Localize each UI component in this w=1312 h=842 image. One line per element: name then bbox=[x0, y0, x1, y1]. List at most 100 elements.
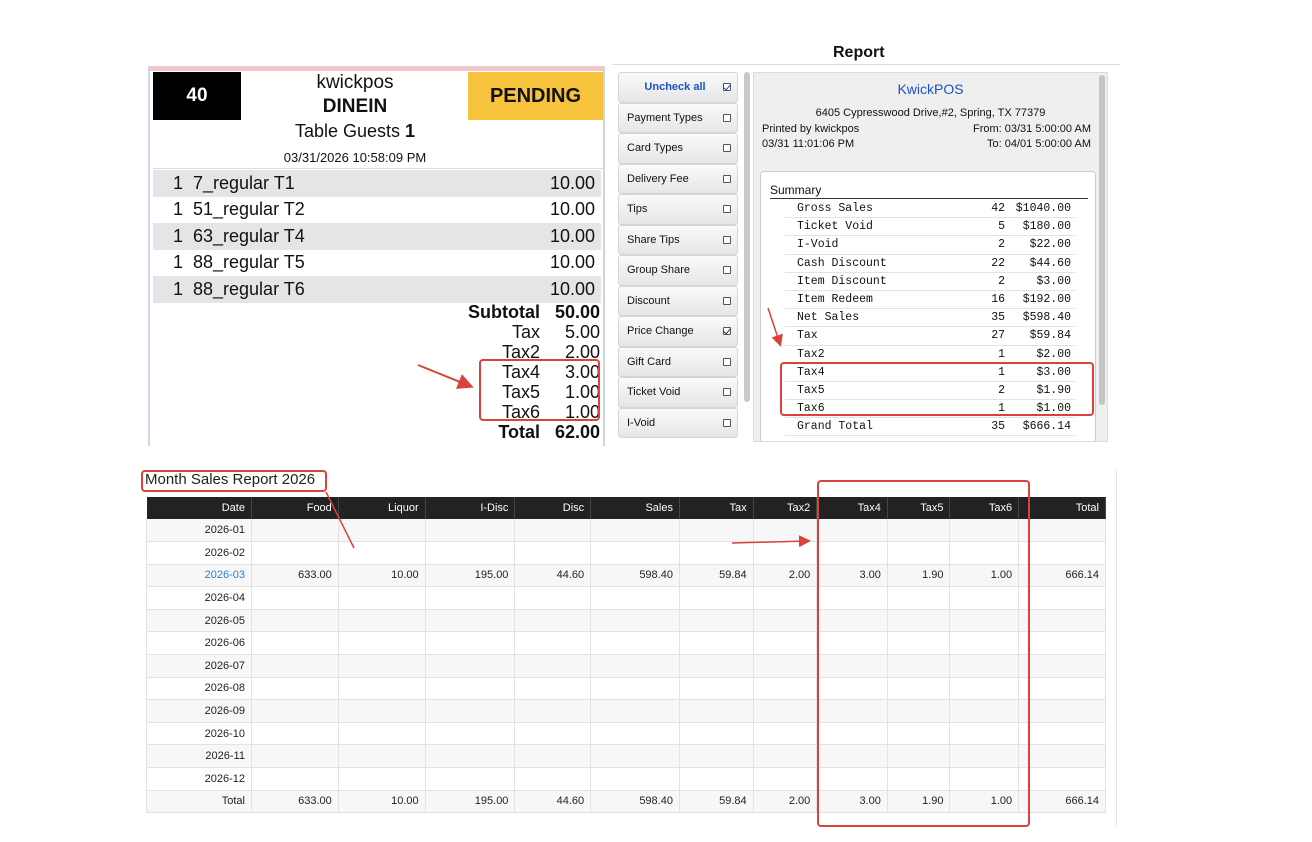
table-cell: 195.00 bbox=[425, 564, 516, 588]
filter-discount[interactable]: Discount bbox=[618, 285, 738, 316]
receipt-item-row[interactable]: 1 88_regular T5 10.00 bbox=[153, 250, 601, 277]
filter-payment-types[interactable]: Payment Types bbox=[618, 102, 738, 133]
filter-ticket-void[interactable]: Ticket Void bbox=[618, 377, 738, 408]
summary-amount: $3.00 bbox=[1036, 365, 1071, 379]
table-cell bbox=[425, 609, 516, 633]
table-cell bbox=[1018, 677, 1106, 701]
table-cell bbox=[590, 767, 680, 791]
table-cell bbox=[816, 609, 888, 633]
filter-label: Tips bbox=[627, 203, 648, 216]
checkbox-icon[interactable] bbox=[723, 388, 731, 397]
item-price: 10.00 bbox=[549, 278, 595, 299]
row-date: 2026-04 bbox=[146, 586, 252, 610]
summary-count: 1 bbox=[998, 402, 1005, 416]
table-cell bbox=[679, 699, 754, 723]
checkbox-icon[interactable] bbox=[723, 296, 731, 305]
checkbox-icon[interactable] bbox=[723, 205, 731, 214]
checkbox-icon[interactable] bbox=[723, 418, 731, 427]
order-status-badge[interactable]: PENDING bbox=[468, 72, 603, 120]
table-row: 2026-03 633.00 10.00 195.00 44.60 598.40 59.84… bbox=[146, 564, 1106, 588]
table-cell bbox=[338, 722, 426, 746]
table-cell bbox=[590, 654, 680, 678]
receipt-item-row[interactable]: 1 63_regular T4 10.00 bbox=[153, 223, 601, 250]
column-header[interactable]: Liquor bbox=[338, 497, 426, 519]
filter-share-tips[interactable]: Share Tips bbox=[618, 224, 738, 255]
item-qty: 1 bbox=[173, 252, 184, 273]
column-header[interactable]: Tax2 bbox=[753, 497, 818, 519]
summary-row: Tax4 1 $3.00 bbox=[785, 364, 1075, 382]
total-value: 62.00 bbox=[554, 422, 600, 442]
checkbox-icon[interactable] bbox=[723, 113, 731, 122]
row-date: 2026-01 bbox=[146, 519, 252, 543]
column-header[interactable]: Tax6 bbox=[949, 497, 1020, 519]
summary-count: 35 bbox=[991, 420, 1005, 434]
table-cell bbox=[949, 586, 1020, 610]
total-value: 3.00 bbox=[564, 362, 600, 382]
checkbox-icon[interactable] bbox=[723, 235, 731, 244]
filter-price-change[interactable]: Price Change bbox=[618, 316, 738, 347]
report-preview: KwickPOS 6405 Cypresswood Drive,#2, Spri… bbox=[753, 72, 1108, 442]
checkbox-icon[interactable] bbox=[723, 83, 731, 92]
column-header[interactable]: Total bbox=[1018, 497, 1106, 519]
column-header[interactable]: Date bbox=[146, 497, 252, 519]
table-cell bbox=[949, 744, 1020, 769]
table-cell bbox=[251, 744, 339, 769]
report-title: Report bbox=[833, 44, 885, 61]
column-header[interactable]: Tax5 bbox=[887, 497, 951, 519]
checkbox-icon[interactable] bbox=[723, 327, 731, 336]
table-cell bbox=[679, 609, 754, 633]
summary-amount: $44.60 bbox=[1029, 256, 1071, 270]
filter-delivery-fee[interactable]: Delivery Fee bbox=[618, 163, 738, 194]
company-name: KwickPOS bbox=[897, 81, 964, 97]
table-cell bbox=[887, 722, 951, 746]
table-row: 2026-02 bbox=[146, 541, 1106, 565]
table-cell: 1.00 bbox=[949, 790, 1020, 814]
column-header[interactable]: Tax bbox=[679, 497, 754, 519]
receipt-total-row: Total 62.00 bbox=[400, 422, 600, 442]
filter-card-types[interactable]: Card Types bbox=[618, 133, 738, 164]
table-cell: 3.00 bbox=[816, 790, 888, 814]
filter-i-void[interactable]: I-Void bbox=[618, 407, 738, 438]
filter-gift-card[interactable]: Gift Card bbox=[618, 346, 738, 377]
table-cell: 3.00 bbox=[816, 564, 888, 588]
table-cell bbox=[887, 767, 951, 791]
receipt-item-row[interactable]: 1 51_regular T2 10.00 bbox=[153, 197, 601, 224]
column-header[interactable]: Food bbox=[251, 497, 339, 519]
column-header[interactable]: Tax4 bbox=[816, 497, 888, 519]
checkbox-icon[interactable] bbox=[723, 174, 731, 183]
checkbox-icon[interactable] bbox=[723, 357, 731, 366]
receipt-item-row[interactable]: 1 7_regular T1 10.00 bbox=[153, 170, 601, 197]
total-label: Tax6 bbox=[501, 402, 540, 422]
summary-row: Tax 27 $59.84 bbox=[785, 327, 1075, 346]
filter-uncheck-all[interactable]: Uncheck all bbox=[618, 72, 738, 103]
summary-count: 16 bbox=[991, 293, 1005, 307]
filter-group-share[interactable]: Group Share bbox=[618, 255, 738, 286]
table-cell bbox=[753, 586, 818, 610]
summary-count: 1 bbox=[998, 365, 1005, 379]
month-link[interactable]: 2026-03 bbox=[146, 564, 252, 588]
item-price: 10.00 bbox=[549, 225, 595, 246]
column-header[interactable]: Sales bbox=[590, 497, 680, 519]
summary-row: Item Redeem 16 $192.00 bbox=[785, 291, 1075, 310]
table-cell bbox=[514, 631, 592, 656]
store-name: kwickpos bbox=[316, 72, 394, 93]
filter-tips[interactable]: Tips bbox=[618, 194, 738, 225]
checkbox-icon[interactable] bbox=[723, 144, 731, 153]
receipt-item-row[interactable]: 1 88_regular T6 10.00 bbox=[153, 276, 601, 303]
table-cell bbox=[514, 722, 592, 746]
filter-scrollbar[interactable] bbox=[744, 72, 750, 402]
table-cell bbox=[251, 609, 339, 633]
filter-label: I-Void bbox=[627, 416, 656, 429]
summary-name: Tax6 bbox=[797, 402, 825, 416]
table-cell bbox=[1018, 744, 1106, 769]
report-scrollbar[interactable] bbox=[1099, 75, 1105, 405]
table-cell bbox=[425, 699, 516, 723]
checkbox-icon[interactable] bbox=[723, 266, 731, 275]
table-cell bbox=[679, 586, 754, 610]
receipt-total-row: Tax2 2.00 bbox=[400, 342, 600, 362]
summary-count: 42 bbox=[991, 202, 1005, 216]
column-header[interactable]: Disc bbox=[514, 497, 592, 519]
summary-row: Tax2 1 $2.00 bbox=[785, 346, 1075, 364]
column-header[interactable]: I-Disc bbox=[425, 497, 516, 519]
summary-title: Summary bbox=[770, 183, 822, 197]
